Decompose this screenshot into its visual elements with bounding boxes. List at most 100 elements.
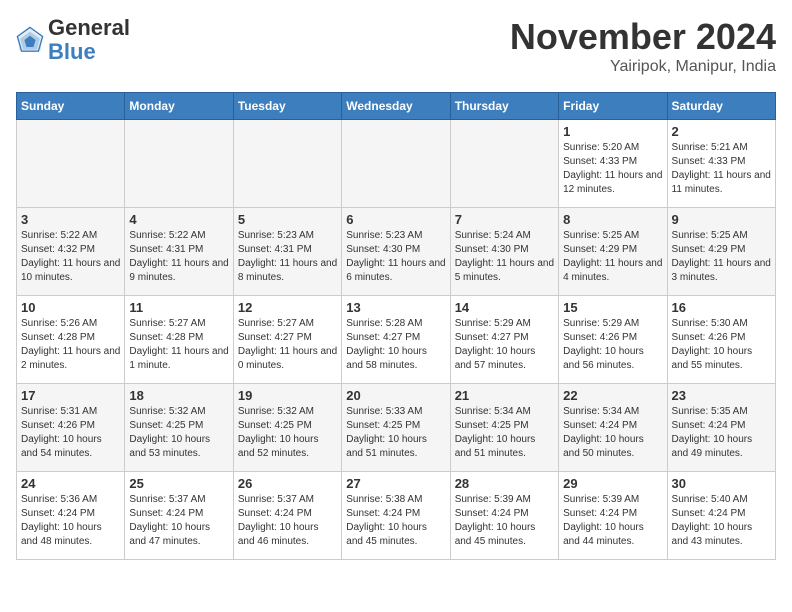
day-number: 13: [346, 300, 445, 315]
week-row-2: 3 Sunrise: 5:22 AMSunset: 4:32 PMDaylight…: [17, 208, 776, 296]
calendar-cell: 18 Sunrise: 5:32 AMSunset: 4:25 PMDayligh…: [125, 384, 233, 472]
calendar-cell: 24Sunrise: 5:36 AMSunset: 4:24 PMDayligh…: [17, 472, 125, 560]
calendar-cell: 28 Sunrise: 5:39 AMSunset: 4:24 PMDayligh…: [450, 472, 558, 560]
day-number: 16: [672, 300, 771, 315]
calendar-cell: 12 Sunrise: 5:27 AMSunset: 4:27 PMDayligh…: [233, 296, 341, 384]
calendar-cell: 13Sunrise: 5:28 AMSunset: 4:27 PMDayligh…: [342, 296, 450, 384]
day-info: Sunrise: 5:32 AMSunset: 4:25 PMDaylight:…: [129, 405, 228, 461]
calendar-cell: [125, 120, 233, 208]
calendar-cell: 11 Sunrise: 5:27 AMSunset: 4:28 PMDayligh…: [125, 296, 233, 384]
day-number: 10: [21, 300, 120, 315]
day-number: 29: [563, 476, 662, 491]
header-wednesday: Wednesday: [342, 93, 450, 120]
calendar-cell: 27 Sunrise: 5:38 AMSunset: 4:24 PMDayligh…: [342, 472, 450, 560]
calendar-header-row: Sunday Monday Tuesday Wednesday Thursday…: [17, 93, 776, 120]
day-info: Sunrise: 5:39 AMSunset: 4:24 PMDaylight:…: [563, 493, 662, 549]
day-info: Sunrise: 5:29 AMSunset: 4:26 PMDaylight:…: [563, 317, 662, 373]
calendar-cell: [233, 120, 341, 208]
calendar-cell: 3 Sunrise: 5:22 AMSunset: 4:32 PMDaylight…: [17, 208, 125, 296]
day-info: Sunrise: 5:25 AMSunset: 4:29 PMDaylight:…: [563, 229, 662, 285]
calendar-cell: 4 Sunrise: 5:22 AMSunset: 4:31 PMDaylight…: [125, 208, 233, 296]
calendar-cell: 2Sunrise: 5:21 AMSunset: 4:33 PMDaylight…: [667, 120, 775, 208]
calendar-cell: [17, 120, 125, 208]
day-info: Sunrise: 5:30 AMSunset: 4:26 PMDaylight:…: [672, 317, 771, 373]
month-title: November 2024: [510, 16, 776, 58]
day-number: 24: [21, 476, 120, 491]
day-number: 25: [129, 476, 228, 491]
header-saturday: Saturday: [667, 93, 775, 120]
day-info: Sunrise: 5:26 AMSunset: 4:28 PMDaylight:…: [21, 317, 120, 373]
calendar-cell: [450, 120, 558, 208]
day-number: 11: [129, 300, 228, 315]
day-number: 6: [346, 212, 445, 227]
calendar-cell: 17 Sunrise: 5:31 AMSunset: 4:26 PMDayligh…: [17, 384, 125, 472]
calendar-cell: 30 Sunrise: 5:40 AMSunset: 4:24 PMDayligh…: [667, 472, 775, 560]
calendar-cell: 26 Sunrise: 5:37 AMSunset: 4:24 PMDayligh…: [233, 472, 341, 560]
calendar-cell: 8 Sunrise: 5:25 AMSunset: 4:29 PMDaylight…: [559, 208, 667, 296]
calendar-cell: 14Sunrise: 5:29 AMSunset: 4:27 PMDayligh…: [450, 296, 558, 384]
day-info: Sunrise: 5:32 AMSunset: 4:25 PMDaylight:…: [238, 405, 337, 461]
day-number: 17: [21, 388, 120, 403]
day-number: 8: [563, 212, 662, 227]
location: Yairipok, Manipur, India: [510, 58, 776, 76]
calendar-cell: 20 Sunrise: 5:33 AMSunset: 4:25 PMDayligh…: [342, 384, 450, 472]
day-number: 22: [563, 388, 662, 403]
day-info: Sunrise: 5:20 AMSunset: 4:33 PMDaylight:…: [563, 141, 662, 197]
header-monday: Monday: [125, 93, 233, 120]
header-friday: Friday: [559, 93, 667, 120]
day-number: 9: [672, 212, 771, 227]
calendar-cell: 1 Sunrise: 5:20 AMSunset: 4:33 PMDaylight…: [559, 120, 667, 208]
page-header: General Blue November 2024 Yairipok, Man…: [16, 16, 776, 76]
week-row-1: 1 Sunrise: 5:20 AMSunset: 4:33 PMDaylight…: [17, 120, 776, 208]
week-row-4: 17 Sunrise: 5:31 AMSunset: 4:26 PMDayligh…: [17, 384, 776, 472]
day-number: 19: [238, 388, 337, 403]
calendar-cell: 15 Sunrise: 5:29 AMSunset: 4:26 PMDayligh…: [559, 296, 667, 384]
day-number: 14: [455, 300, 554, 315]
day-number: 4: [129, 212, 228, 227]
day-info: Sunrise: 5:37 AMSunset: 4:24 PMDaylight:…: [129, 493, 228, 549]
day-number: 5: [238, 212, 337, 227]
day-number: 23: [672, 388, 771, 403]
day-info: Sunrise: 5:35 AMSunset: 4:24 PMDaylight:…: [672, 405, 771, 461]
day-info: Sunrise: 5:22 AMSunset: 4:31 PMDaylight:…: [129, 229, 228, 285]
day-info: Sunrise: 5:40 AMSunset: 4:24 PMDaylight:…: [672, 493, 771, 549]
calendar-cell: [342, 120, 450, 208]
day-number: 1: [563, 124, 662, 139]
logo-text: General Blue: [48, 16, 130, 64]
day-info: Sunrise: 5:39 AMSunset: 4:24 PMDaylight:…: [455, 493, 554, 549]
day-number: 27: [346, 476, 445, 491]
day-number: 7: [455, 212, 554, 227]
day-number: 15: [563, 300, 662, 315]
day-number: 28: [455, 476, 554, 491]
calendar-cell: 16 Sunrise: 5:30 AMSunset: 4:26 PMDayligh…: [667, 296, 775, 384]
calendar-cell: 21Sunrise: 5:34 AMSunset: 4:25 PMDayligh…: [450, 384, 558, 472]
calendar-table: Sunday Monday Tuesday Wednesday Thursday…: [16, 92, 776, 560]
day-info: Sunrise: 5:38 AMSunset: 4:24 PMDaylight:…: [346, 493, 445, 549]
day-info: Sunrise: 5:23 AMSunset: 4:30 PMDaylight:…: [346, 229, 445, 285]
day-info: Sunrise: 5:33 AMSunset: 4:25 PMDaylight:…: [346, 405, 445, 461]
day-number: 12: [238, 300, 337, 315]
header-sunday: Sunday: [17, 93, 125, 120]
day-number: 20: [346, 388, 445, 403]
day-info: Sunrise: 5:34 AMSunset: 4:24 PMDaylight:…: [563, 405, 662, 461]
day-info: Sunrise: 5:27 AMSunset: 4:27 PMDaylight:…: [238, 317, 337, 373]
calendar-cell: 7 Sunrise: 5:24 AMSunset: 4:30 PMDaylight…: [450, 208, 558, 296]
logo: General Blue: [16, 16, 130, 64]
calendar-cell: 19 Sunrise: 5:32 AMSunset: 4:25 PMDayligh…: [233, 384, 341, 472]
day-number: 30: [672, 476, 771, 491]
day-info: Sunrise: 5:31 AMSunset: 4:26 PMDaylight:…: [21, 405, 120, 461]
week-row-3: 10 Sunrise: 5:26 AMSunset: 4:28 PMDayligh…: [17, 296, 776, 384]
calendar-cell: 22 Sunrise: 5:34 AMSunset: 4:24 PMDayligh…: [559, 384, 667, 472]
day-info: Sunrise: 5:23 AMSunset: 4:31 PMDaylight:…: [238, 229, 337, 285]
day-info: Sunrise: 5:34 AMSunset: 4:25 PMDaylight:…: [455, 405, 554, 461]
day-info: Sunrise: 5:37 AMSunset: 4:24 PMDaylight:…: [238, 493, 337, 549]
day-number: 26: [238, 476, 337, 491]
day-info: Sunrise: 5:27 AMSunset: 4:28 PMDaylight:…: [129, 317, 228, 373]
day-number: 18: [129, 388, 228, 403]
day-info: Sunrise: 5:24 AMSunset: 4:30 PMDaylight:…: [455, 229, 554, 285]
calendar-cell: 5 Sunrise: 5:23 AMSunset: 4:31 PMDaylight…: [233, 208, 341, 296]
logo-general-text: General: [48, 15, 130, 40]
day-number: 3: [21, 212, 120, 227]
header-thursday: Thursday: [450, 93, 558, 120]
day-info: Sunrise: 5:22 AMSunset: 4:32 PMDaylight:…: [21, 229, 120, 285]
